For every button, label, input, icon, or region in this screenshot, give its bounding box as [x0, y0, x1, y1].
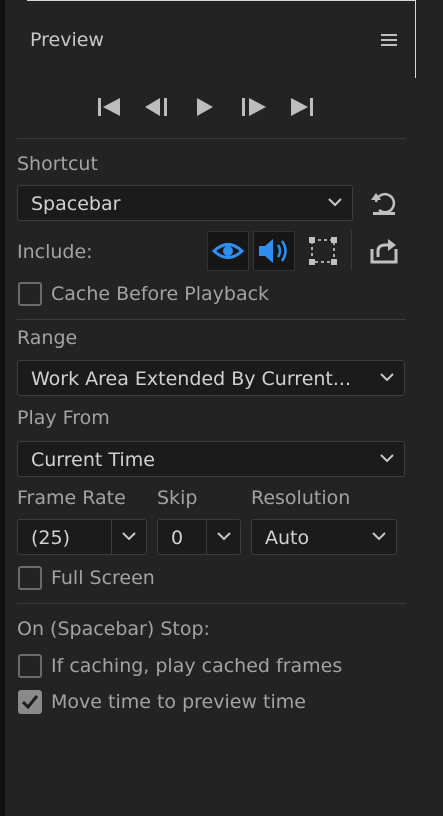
- frame-rate-value: (25): [31, 527, 71, 549]
- cache-before-playback-label: Cache Before Playback: [51, 283, 270, 305]
- play-from-label: Play From: [17, 407, 110, 429]
- chevron-down-icon: [372, 532, 386, 541]
- full-screen-label: Full Screen: [51, 567, 155, 589]
- chevron-down-icon: [380, 373, 394, 382]
- move-time-label: Move time to preview time: [51, 691, 306, 713]
- chevron-down-icon: [380, 454, 394, 463]
- range-label: Range: [17, 327, 78, 349]
- overlays-icon[interactable]: [308, 236, 338, 266]
- range-value: Work Area Extended By Current...: [31, 368, 351, 390]
- skip-to-end-icon[interactable]: [289, 95, 317, 119]
- divider: [17, 138, 406, 139]
- frame-rate-label: Frame Rate: [17, 487, 126, 509]
- chevron-down-icon: [328, 198, 342, 207]
- field-divider: [111, 520, 112, 554]
- toolbar-separator: [351, 230, 352, 270]
- resolution-dropdown[interactable]: Auto: [251, 519, 397, 555]
- range-dropdown[interactable]: Work Area Extended By Current...: [17, 360, 405, 396]
- full-screen-checkbox[interactable]: [18, 566, 42, 590]
- resolution-value: Auto: [265, 527, 310, 549]
- reset-icon[interactable]: [370, 190, 398, 218]
- panel-left-border: [0, 0, 5, 816]
- shortcut-dropdown[interactable]: Spacebar: [17, 185, 353, 221]
- speaker-icon: [259, 239, 287, 263]
- divider: [17, 319, 406, 320]
- resolution-label: Resolution: [251, 487, 351, 509]
- move-time-checkbox[interactable]: [18, 690, 42, 714]
- include-video-toggle[interactable]: [207, 231, 249, 271]
- skip-label: Skip: [157, 487, 198, 509]
- if-caching-checkbox[interactable]: [18, 654, 42, 678]
- eye-icon: [211, 243, 245, 259]
- shortcut-label: Shortcut: [17, 153, 98, 175]
- cache-before-playback-checkbox[interactable]: [18, 282, 42, 306]
- skip-field[interactable]: 0: [157, 519, 241, 555]
- if-caching-label: If caching, play cached frames: [51, 655, 343, 677]
- divider: [17, 603, 406, 604]
- include-audio-toggle[interactable]: [253, 231, 295, 271]
- skip-value: 0: [171, 527, 184, 549]
- play-from-value: Current Time: [31, 449, 155, 471]
- frame-rate-field[interactable]: (25): [17, 519, 147, 555]
- shortcut-value: Spacebar: [31, 193, 121, 215]
- export-icon[interactable]: [369, 237, 399, 265]
- step-forward-icon[interactable]: [241, 95, 269, 119]
- play-icon[interactable]: [194, 95, 222, 119]
- skip-to-start-icon[interactable]: [96, 95, 124, 119]
- include-label: Include:: [17, 241, 93, 263]
- chevron-down-icon[interactable]: [217, 531, 231, 541]
- step-back-icon[interactable]: [144, 95, 172, 119]
- panel-menu-icon[interactable]: [381, 34, 397, 48]
- play-from-dropdown[interactable]: Current Time: [17, 441, 405, 477]
- chevron-down-icon[interactable]: [122, 531, 136, 541]
- field-divider: [206, 520, 207, 554]
- checkmark-icon: [21, 695, 39, 710]
- panel-title: Preview: [30, 29, 104, 51]
- on-stop-label: On (Spacebar) Stop:: [17, 618, 210, 640]
